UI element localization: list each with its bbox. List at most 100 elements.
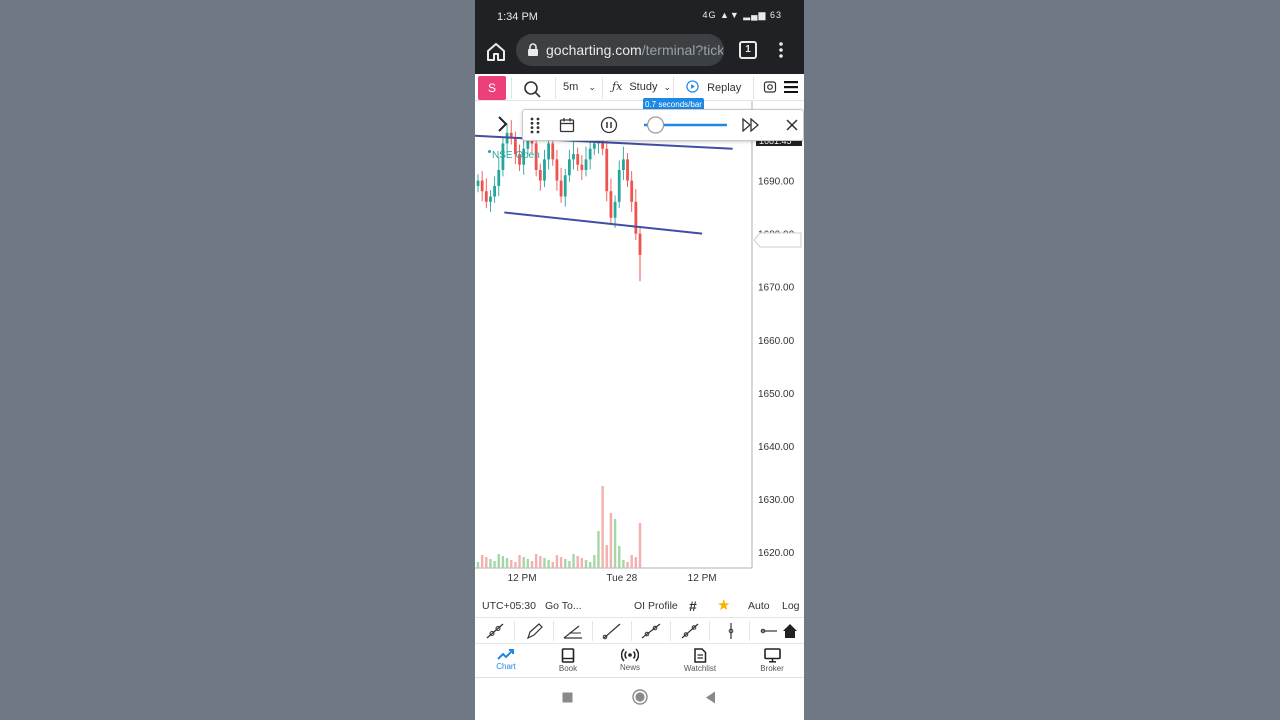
interval-dropdown[interactable]: 5m ⌄: [563, 81, 596, 93]
volume-bar: [505, 558, 509, 568]
candle-body: [543, 159, 546, 181]
browser-url-bar: gocharting.com/terminal?tick 1: [475, 34, 804, 74]
price-tick-label: 1620.00: [758, 548, 795, 559]
pause-icon[interactable]: [600, 116, 618, 134]
toolbar-divider: [553, 621, 554, 641]
horizontal-ray-tool-icon[interactable]: [757, 621, 781, 641]
nav-book[interactable]: Book: [543, 648, 593, 673]
candle-body: [580, 164, 584, 170]
close-icon[interactable]: [786, 119, 798, 131]
volume-bar: [597, 531, 600, 568]
nav-book-label: Book: [558, 664, 578, 673]
volume-bar: [514, 562, 517, 568]
volume-bar: [618, 546, 621, 568]
candle-body: [559, 180, 563, 197]
volume-bar: [501, 556, 505, 568]
volume-bar: [572, 554, 575, 568]
volume-bar: [497, 554, 500, 568]
camera-icon[interactable]: [763, 80, 777, 94]
nav-chart-label: Chart: [496, 662, 516, 671]
pen-tool-icon[interactable]: [522, 621, 546, 641]
volume-bar: [634, 557, 638, 568]
toolbar-divider: [753, 77, 754, 99]
play-circle-icon: [686, 80, 699, 93]
hamburger-menu-icon[interactable]: [784, 81, 798, 93]
volume-bar: [588, 562, 592, 568]
candle-body: [497, 169, 501, 186]
volume-bar: [543, 558, 546, 568]
more-options-icon[interactable]: [776, 40, 786, 60]
fast-forward-icon[interactable]: [742, 118, 760, 132]
candle-body: [605, 148, 609, 192]
price-chart[interactable]: 1700.001690.001680.001670.001660.001650.…: [475, 101, 804, 591]
extended-line-tool-icon[interactable]: [639, 621, 663, 641]
volume-bar: [626, 562, 629, 568]
chart-footer-bar: UTC+05:30 Go To... OI Profile # ★ Auto L…: [475, 595, 804, 617]
url-path: /terminal?tick: [641, 42, 724, 58]
crosshair-price-marker: [753, 232, 802, 248]
price-tick-label: 1690.00: [758, 177, 795, 188]
replay-label: Replay: [707, 82, 742, 94]
bottom-navigation: Chart Book News Watchlist Broker: [475, 645, 804, 678]
volume-bar: [580, 558, 584, 568]
log-scale-button[interactable]: Log: [782, 600, 800, 612]
nav-news-label: News: [619, 663, 640, 672]
candle-body: [538, 169, 542, 181]
candle-body: [621, 159, 625, 170]
timezone-button[interactable]: UTC+05:30: [482, 600, 536, 612]
chart-canvas[interactable]: 1700.001690.001680.001670.001660.001650.…: [475, 101, 804, 591]
address-field[interactable]: gocharting.com/terminal?tick: [516, 34, 724, 66]
grid-icon[interactable]: #: [689, 598, 697, 614]
volume-bar: [605, 545, 608, 568]
nav-chart[interactable]: Chart: [481, 648, 531, 671]
price-tick-label: 1630.00: [758, 495, 795, 506]
volume-bar: [539, 556, 542, 568]
recents-icon[interactable]: [562, 692, 573, 703]
volume-bar: [638, 523, 642, 568]
back-icon[interactable]: [705, 691, 716, 704]
status-indicators: 4G ▲▼ ▂▄▆ 63: [702, 10, 782, 20]
book-icon: [561, 648, 575, 663]
vertical-line-tool-icon[interactable]: [719, 621, 743, 641]
auto-scale-button[interactable]: Auto: [748, 600, 770, 612]
trend-line-tool-icon[interactable]: [483, 621, 507, 641]
volume-bar: [526, 559, 530, 568]
study-dropdown[interactable]: ƒx Study ⌄: [612, 80, 671, 93]
candle-body: [480, 180, 484, 192]
tab-switcher-button[interactable]: 1: [739, 41, 757, 59]
ray-tool-icon[interactable]: [600, 621, 624, 641]
calendar-icon[interactable]: [559, 117, 575, 133]
volume-bar: [622, 560, 625, 568]
system-navigation-bar: [475, 678, 804, 720]
candle-body: [592, 143, 596, 149]
nav-broker[interactable]: Broker: [747, 648, 797, 673]
toolbar-divider: [555, 77, 556, 99]
candle-body: [547, 143, 551, 160]
volume-bar: [480, 555, 484, 568]
drawing-tools-bar: [475, 617, 804, 644]
candle-body: [476, 180, 480, 186]
nav-watchlist[interactable]: Watchlist: [675, 648, 725, 673]
home-circle-icon[interactable]: [632, 689, 648, 705]
candle-body: [555, 159, 559, 181]
volume-bar: [613, 519, 617, 568]
home-icon[interactable]: [485, 41, 507, 63]
nav-news[interactable]: News: [605, 648, 655, 672]
info-line-tool-icon[interactable]: [678, 621, 702, 641]
chart-toolbar: S 5m ⌄ ƒx Study ⌄ Replay: [475, 74, 804, 101]
speed-slider[interactable]: [641, 114, 731, 136]
drag-handle-icon[interactable]: [530, 117, 540, 134]
volume-bar: [564, 559, 567, 568]
avatar-button[interactable]: S: [478, 76, 506, 100]
goto-button[interactable]: Go To...: [545, 600, 582, 612]
star-icon[interactable]: ★: [717, 596, 730, 614]
oi-profile-button[interactable]: OI Profile: [634, 600, 678, 612]
fibonacci-tool-icon[interactable]: [561, 621, 585, 641]
price-tick-label: 1660.00: [758, 336, 795, 347]
house-icon[interactable]: [781, 621, 799, 641]
search-icon[interactable]: [522, 79, 542, 99]
candle-body: [572, 154, 575, 160]
replay-button[interactable]: Replay: [686, 80, 741, 94]
candle-body: [484, 191, 488, 202]
chevron-right-icon[interactable]: [495, 115, 509, 133]
